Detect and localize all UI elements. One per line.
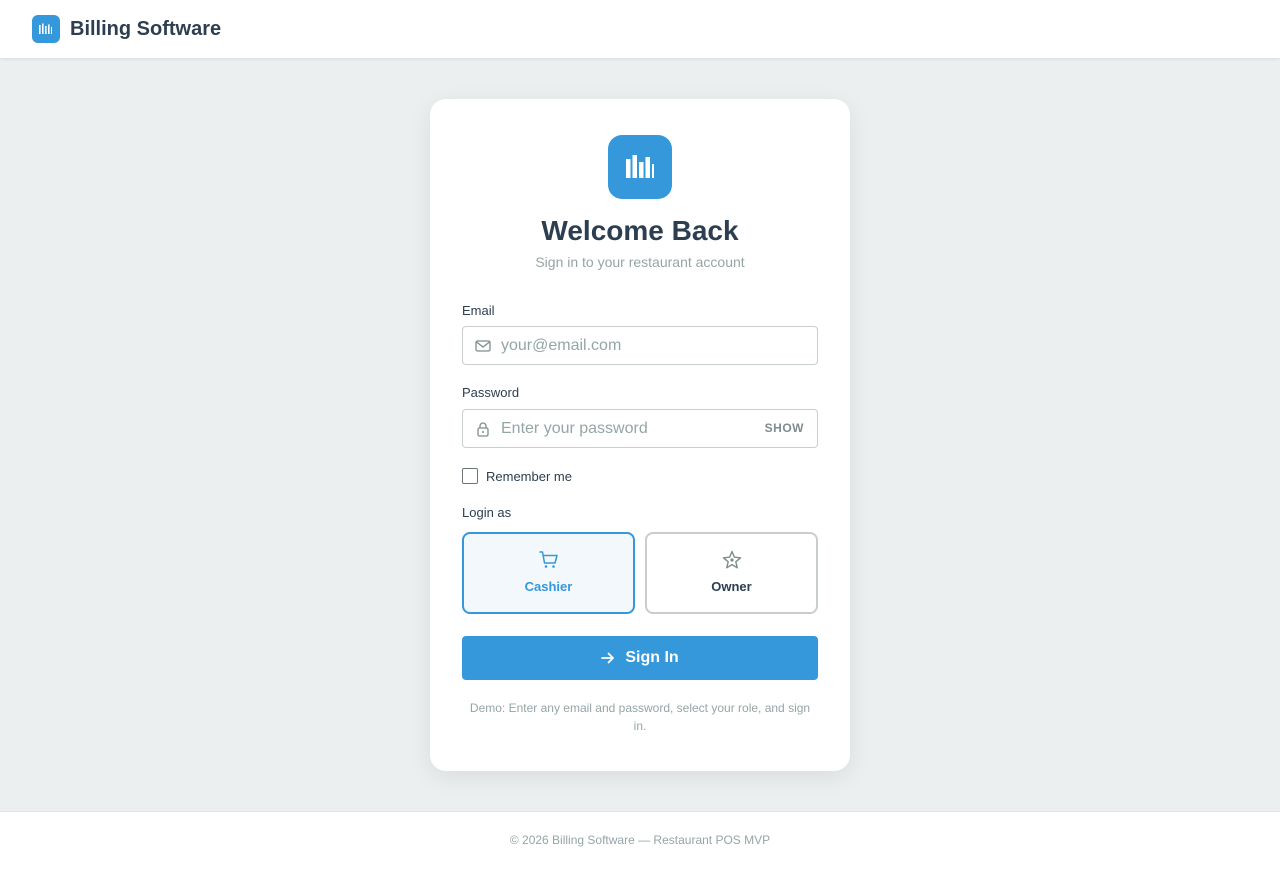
top-navbar: Billing Software — [0, 0, 1280, 58]
footer: © 2026 Billing Software — Restaurant POS… — [0, 811, 1280, 870]
email-input[interactable] — [501, 327, 781, 364]
arrow-right-icon — [601, 652, 615, 664]
email-label: Email — [462, 303, 495, 318]
sign-in-button[interactable]: Sign In — [462, 636, 818, 680]
password-input[interactable] — [501, 410, 781, 447]
password-label: Password — [462, 385, 520, 400]
footer-copyright: © 2026 Billing Software — Restaurant POS… — [509, 833, 771, 847]
login-as-label: Login as — [462, 505, 512, 520]
remember-me[interactable]: Remember me — [462, 468, 572, 484]
remember-me-label[interactable]: Remember me — [486, 469, 572, 484]
cart-icon — [538, 551, 558, 568]
password-field-wrapper: SHOW — [462, 409, 818, 448]
page-title: Welcome Back — [541, 215, 739, 246]
show-password-toggle[interactable]: SHOW — [765, 421, 804, 435]
login-card: Welcome Back Sign in to your restaurant … — [430, 99, 850, 771]
role-owner-button[interactable]: Owner — [645, 532, 818, 614]
star-badge-icon — [722, 550, 741, 569]
page-subtitle: Sign in to your restaurant account — [535, 254, 745, 270]
bar-chart-icon[interactable] — [32, 15, 60, 43]
role-cashier-button[interactable]: Cashier — [462, 532, 635, 614]
remember-me-checkbox[interactable] — [462, 468, 478, 484]
role-owner-label: Owner — [711, 579, 752, 594]
demo-note: Demo: Enter any email and password, sele… — [469, 701, 811, 733]
brand-name[interactable]: Billing Software — [70, 18, 221, 41]
lock-icon — [477, 422, 489, 437]
bar-chart-icon — [608, 135, 672, 199]
role-cashier-label: Cashier — [524, 579, 573, 594]
sign-in-label: Sign In — [625, 649, 679, 666]
email-field-wrapper — [462, 326, 818, 365]
mail-icon — [475, 340, 491, 352]
